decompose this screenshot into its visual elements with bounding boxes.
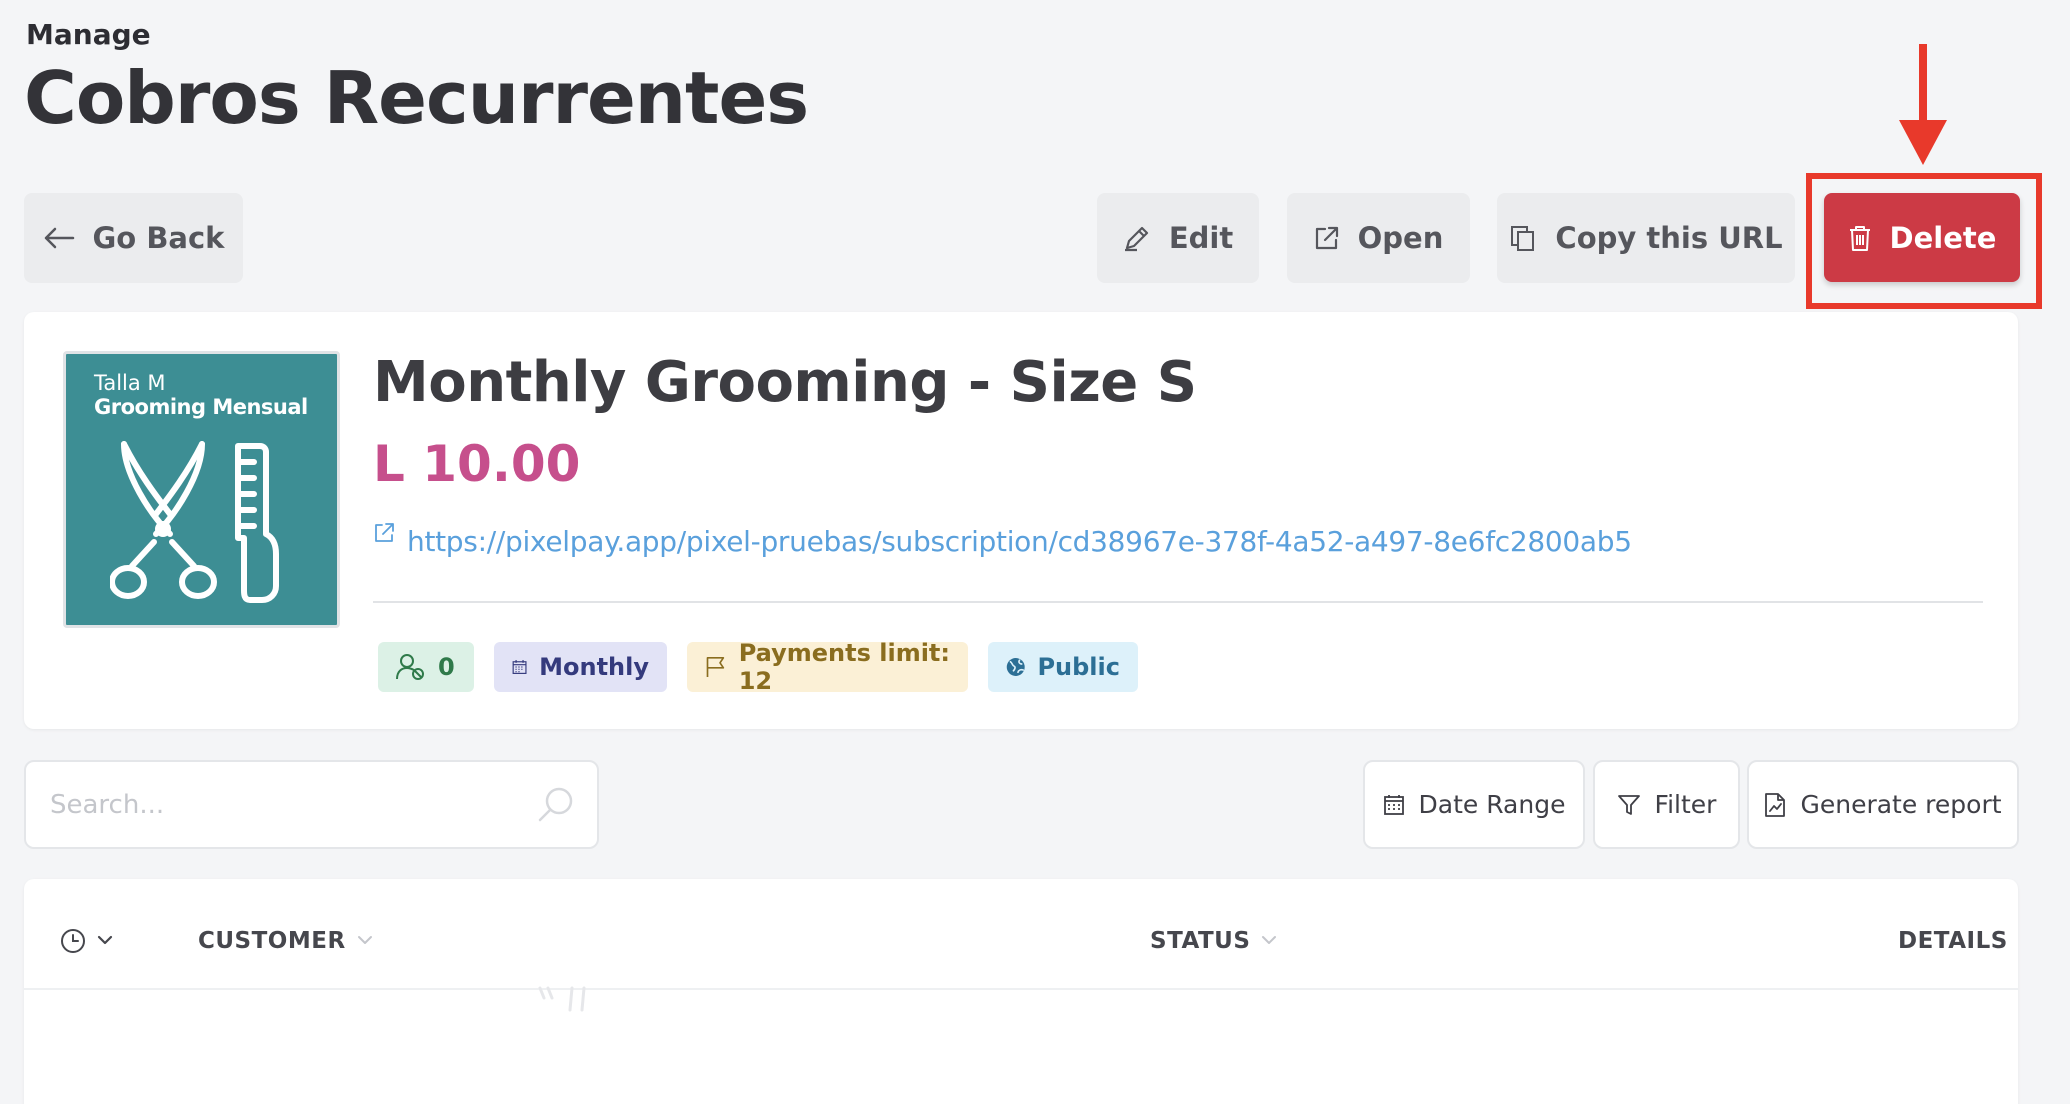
go-back-label: Go Back [92, 221, 225, 255]
funnel-icon [1617, 794, 1640, 815]
filter-label: Filter [1654, 790, 1717, 819]
thumbnail-title-text: Grooming Mensual [94, 395, 308, 419]
chevron-down-icon [97, 935, 113, 945]
pencil-icon [1124, 226, 1148, 252]
sort-time-column[interactable] [60, 928, 114, 954]
column-header-status[interactable]: STATUS [1150, 928, 1278, 954]
open-button[interactable]: Open [1287, 193, 1470, 283]
calendar-icon [1383, 794, 1404, 815]
users-icon [396, 654, 424, 680]
manage-label: Manage [26, 18, 151, 51]
generate-report-label: Generate report [1800, 790, 2002, 819]
payments-table [24, 879, 2018, 1104]
product-title: Monthly Grooming - Size S [373, 350, 1197, 415]
subscribers-count: 0 [438, 653, 455, 681]
external-link-icon [1315, 226, 1338, 250]
customer-header-label: CUSTOMER [198, 928, 346, 954]
document-chart-icon [1765, 792, 1786, 817]
payments-limit-label: Payments limit: 12 [738, 639, 950, 695]
calendar-icon [512, 660, 527, 674]
globe-icon [1006, 658, 1025, 676]
table-header-divider [24, 988, 2018, 990]
chevron-down-icon [1262, 936, 1277, 944]
copy-url-button[interactable]: Copy this URL [1497, 193, 1795, 283]
chevron-down-icon [357, 936, 372, 944]
product-thumbnail: Talla M Grooming Mensual [63, 351, 340, 628]
copy-icon [1511, 226, 1535, 251]
copy-url-label: Copy this URL [1555, 221, 1783, 255]
column-header-customer[interactable]: CUSTOMER [198, 928, 374, 954]
go-back-button[interactable]: Go Back [24, 193, 243, 283]
frequency-label: Monthly [539, 653, 649, 681]
empty-state-icon [538, 986, 586, 1012]
search-icon[interactable] [537, 786, 575, 824]
card-divider [373, 601, 1983, 603]
arrow-down-icon [1899, 44, 1947, 165]
page-title: Cobros Recurrentes [24, 56, 809, 140]
open-label: Open [1357, 221, 1444, 255]
frequency-badge: Monthly [494, 642, 667, 692]
product-price: L 10.00 [373, 435, 581, 493]
date-range-button[interactable]: Date Range [1363, 760, 1585, 849]
clock-icon [61, 929, 85, 953]
edit-button[interactable]: Edit [1097, 193, 1259, 283]
status-header-label: STATUS [1150, 928, 1251, 954]
payments-limit-badge: Payments limit: 12 [687, 639, 968, 695]
arrow-left-icon [44, 227, 74, 249]
flag-icon [706, 656, 725, 678]
date-range-label: Date Range [1418, 790, 1566, 819]
subscribers-badge: 0 [378, 642, 474, 692]
details-header-label: DETAILS [1898, 928, 2008, 954]
search-box [24, 760, 599, 849]
generate-report-button[interactable]: Generate report [1747, 760, 2019, 849]
scissors-comb-icon [110, 441, 279, 603]
column-header-details: DETAILS [1898, 928, 2008, 954]
external-link-icon [375, 523, 394, 542]
visibility-badge: Public [988, 642, 1138, 692]
filter-button[interactable]: Filter [1593, 760, 1740, 849]
visibility-label: Public [1037, 653, 1120, 681]
thumbnail-size-text: Talla M [94, 371, 166, 395]
delete-highlight-box [1806, 173, 2042, 309]
subscription-url-link[interactable]: https://pixelpay.app/pixel-pruebas/subsc… [407, 525, 1632, 558]
edit-label: Edit [1168, 221, 1234, 255]
search-input[interactable] [50, 784, 530, 826]
